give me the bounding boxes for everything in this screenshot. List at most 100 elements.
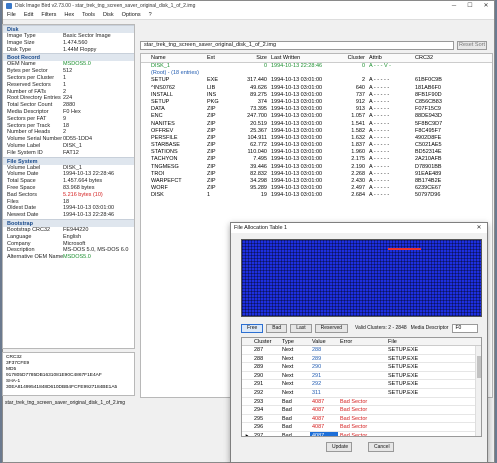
fat-row[interactable]: ▸ 297 Bad 4087 Bad Sector: [242, 431, 481, 436]
menu-edit[interactable]: Edit: [24, 12, 33, 18]
menu-filters[interactable]: Filters: [41, 12, 56, 18]
file-checkbox[interactable]: [141, 70, 149, 77]
file-row[interactable]: ENC ZIP 247.700 1994-10-13 03:01:00 1.057 A -…: [141, 113, 492, 120]
menu-options[interactable]: Options: [122, 12, 141, 18]
file-row[interactable]: NANITES ZIP 20.519 1994-10-13 03:01:00 1.541…: [141, 121, 492, 128]
col-file[interactable]: File: [386, 338, 481, 345]
fat-value[interactable]: 311: [310, 389, 338, 397]
file-row[interactable]: STARBASE ZIP 62.772 1994-10-13 03:01:00 1.83…: [141, 142, 492, 149]
file-row[interactable]: SETUP EXE 317.440 1994-10-13 03:01:00 2 A - -…: [141, 77, 492, 84]
file-row[interactable]: INSTALL INS 89.275 1994-10-13 03:01:00 737 A …: [141, 92, 492, 99]
fat-value[interactable]: 4087: [310, 431, 338, 436]
col-cluster[interactable]: Cluster: [252, 338, 280, 345]
menu-hex[interactable]: Hex: [64, 12, 74, 18]
reserved-button[interactable]: Reserved: [314, 323, 349, 333]
minimize-icon[interactable]: ─: [446, 1, 462, 11]
col-name[interactable]: Name: [149, 54, 207, 62]
file-checkbox[interactable]: [141, 164, 149, 171]
col-type[interactable]: Type: [280, 338, 310, 345]
col-ext[interactable]: Ext: [207, 54, 245, 62]
file-row[interactable]: DATA ZIP 73.395 1994-10-13 03:01:00 913 A - -…: [141, 106, 492, 113]
file-row[interactable]: STATIONS ZIP 110.040 1994-10-13 03:01:00 1.9…: [141, 149, 492, 156]
file-checkbox[interactable]: [141, 128, 149, 135]
fat-row[interactable]: 294 Bad 4087 Bad Sector: [242, 406, 481, 415]
file-row[interactable]: TROI ZIP 82.832 1994-10-13 03:01:00 2.268 A -…: [141, 171, 492, 178]
fat-row[interactable]: 291 Next 292 SETUP.EXE: [242, 380, 481, 389]
col-size[interactable]: Size: [245, 54, 271, 62]
fat-row[interactable]: 293 Bad 4087 Bad Sector: [242, 398, 481, 407]
file-checkbox[interactable]: [141, 178, 149, 185]
fat-row[interactable]: 287 Next 288 SETUP.EXE: [242, 346, 481, 355]
fat-value[interactable]: 288: [310, 346, 338, 354]
fat-value[interactable]: 4087: [310, 398, 338, 406]
file-row[interactable]: (Root) - (18 entries): [141, 70, 492, 77]
path-field[interactable]: star_trek_tng_screen_saver_original_disk…: [140, 40, 454, 50]
property-value: 18: [63, 122, 70, 129]
file-checkbox[interactable]: [141, 85, 149, 92]
file-checkbox[interactable]: [141, 63, 149, 70]
col-attrib[interactable]: Attrib: [369, 54, 415, 62]
file-checkbox[interactable]: [141, 77, 149, 84]
scrollbar-thumb[interactable]: [477, 356, 481, 378]
file-row[interactable]: OFFREV ZIP 25.367 1994-10-13 03:01:00 1.582 A…: [141, 128, 492, 135]
file-checkbox[interactable]: [141, 142, 149, 149]
fat-row[interactable]: 292 Next 311 SETUP.EXE: [242, 389, 481, 398]
fat-row[interactable]: 289 Next 290 SETUP.EXE: [242, 363, 481, 372]
col-cluster[interactable]: Cluster: [341, 54, 369, 62]
maximize-icon[interactable]: ☐: [462, 1, 478, 11]
fat-value[interactable]: 290: [310, 363, 338, 371]
bad-button[interactable]: Bad: [266, 323, 288, 333]
fat-value[interactable]: 291: [310, 372, 338, 380]
file-row[interactable]: ^INS0762 LIB 49.626 1994-10-13 03:01:00 640 A…: [141, 85, 492, 92]
file-row[interactable]: PERSFILE ZIP 104.911 1994-10-13 03:01:00 1.6…: [141, 135, 492, 142]
file-row[interactable]: TNGMESG ZIP 39.446 1994-10-13 03:01:00 2.190…: [141, 164, 492, 171]
col-value[interactable]: Value: [310, 338, 338, 345]
file-checkbox[interactable]: [141, 106, 149, 113]
col-last-written[interactable]: Last Written: [271, 54, 341, 62]
menu-tools[interactable]: Tools: [82, 12, 95, 18]
reset-sort-button[interactable]: Reset Sort: [457, 40, 487, 50]
menu-file[interactable]: File: [7, 12, 16, 18]
fat-value[interactable]: 4087: [310, 406, 338, 414]
update-button[interactable]: Update: [326, 442, 352, 452]
file-checkbox[interactable]: [141, 171, 149, 178]
header-checkbox[interactable]: [141, 54, 149, 62]
col-crc32[interactable]: CRC32: [415, 54, 465, 62]
fat-toolbar: Free Bad Last Reserved Valid Clusters: 2…: [241, 323, 482, 333]
fat-value[interactable]: 289: [310, 355, 338, 363]
file-row[interactable]: WORF ZIP 95.289 1994-10-13 03:01:00 2.497 A -…: [141, 185, 492, 192]
fat-row[interactable]: 296 Bad 4087 Bad Sector: [242, 423, 481, 432]
file-row[interactable]: DISK 1 19 1994-10-13 03:01:00 2.684 A - - - -…: [141, 192, 492, 199]
file-row[interactable]: DISK_1 0 1994-10-13 22:28:46 0 A - - - V -: [141, 63, 492, 70]
fat-row[interactable]: 295 Bad 4087 Bad Sector: [242, 415, 481, 424]
media-descriptor-select[interactable]: F0: [452, 323, 479, 333]
file-attrib: A - - - - -: [369, 84, 390, 91]
col-error[interactable]: Error: [338, 338, 386, 345]
fat-value[interactable]: 292: [310, 380, 338, 388]
fat-value[interactable]: 4087: [310, 415, 338, 423]
menu-disk[interactable]: Disk: [103, 12, 114, 18]
file-checkbox[interactable]: [141, 149, 149, 156]
close-icon[interactable]: ✕: [478, 1, 494, 11]
file-checkbox[interactable]: [141, 121, 149, 128]
cluster-map[interactable]: [241, 239, 482, 317]
last-button[interactable]: Last: [290, 323, 312, 333]
fat-row[interactable]: 288 Next 289 SETUP.EXE: [242, 355, 481, 364]
file-checkbox[interactable]: [141, 92, 149, 99]
free-button[interactable]: Free: [241, 323, 264, 333]
file-checkbox[interactable]: [141, 113, 149, 120]
file-checkbox[interactable]: [141, 156, 149, 163]
file-row[interactable]: SETUP PKG 374 1994-10-13 03:01:00 912 A - - -…: [141, 99, 492, 106]
menu-help[interactable]: ?: [149, 12, 152, 18]
file-checkbox[interactable]: [141, 192, 149, 199]
file-checkbox[interactable]: [141, 99, 149, 106]
fat-table-scrollbar[interactable]: [475, 346, 481, 436]
file-row[interactable]: WARPEFCT ZIP 34.298 1994-10-13 03:01:00 2.43…: [141, 178, 492, 185]
file-row[interactable]: TACHYON ZIP 7.495 1994-10-13 03:01:00 2.175 A…: [141, 156, 492, 163]
fat-value[interactable]: 4087: [310, 423, 338, 431]
dialog-close-icon[interactable]: ✕: [471, 223, 487, 233]
cancel-button[interactable]: Cancel: [368, 442, 394, 452]
file-checkbox[interactable]: [141, 135, 149, 142]
file-checkbox[interactable]: [141, 185, 149, 192]
fat-row[interactable]: 290 Next 291 SETUP.EXE: [242, 372, 481, 381]
